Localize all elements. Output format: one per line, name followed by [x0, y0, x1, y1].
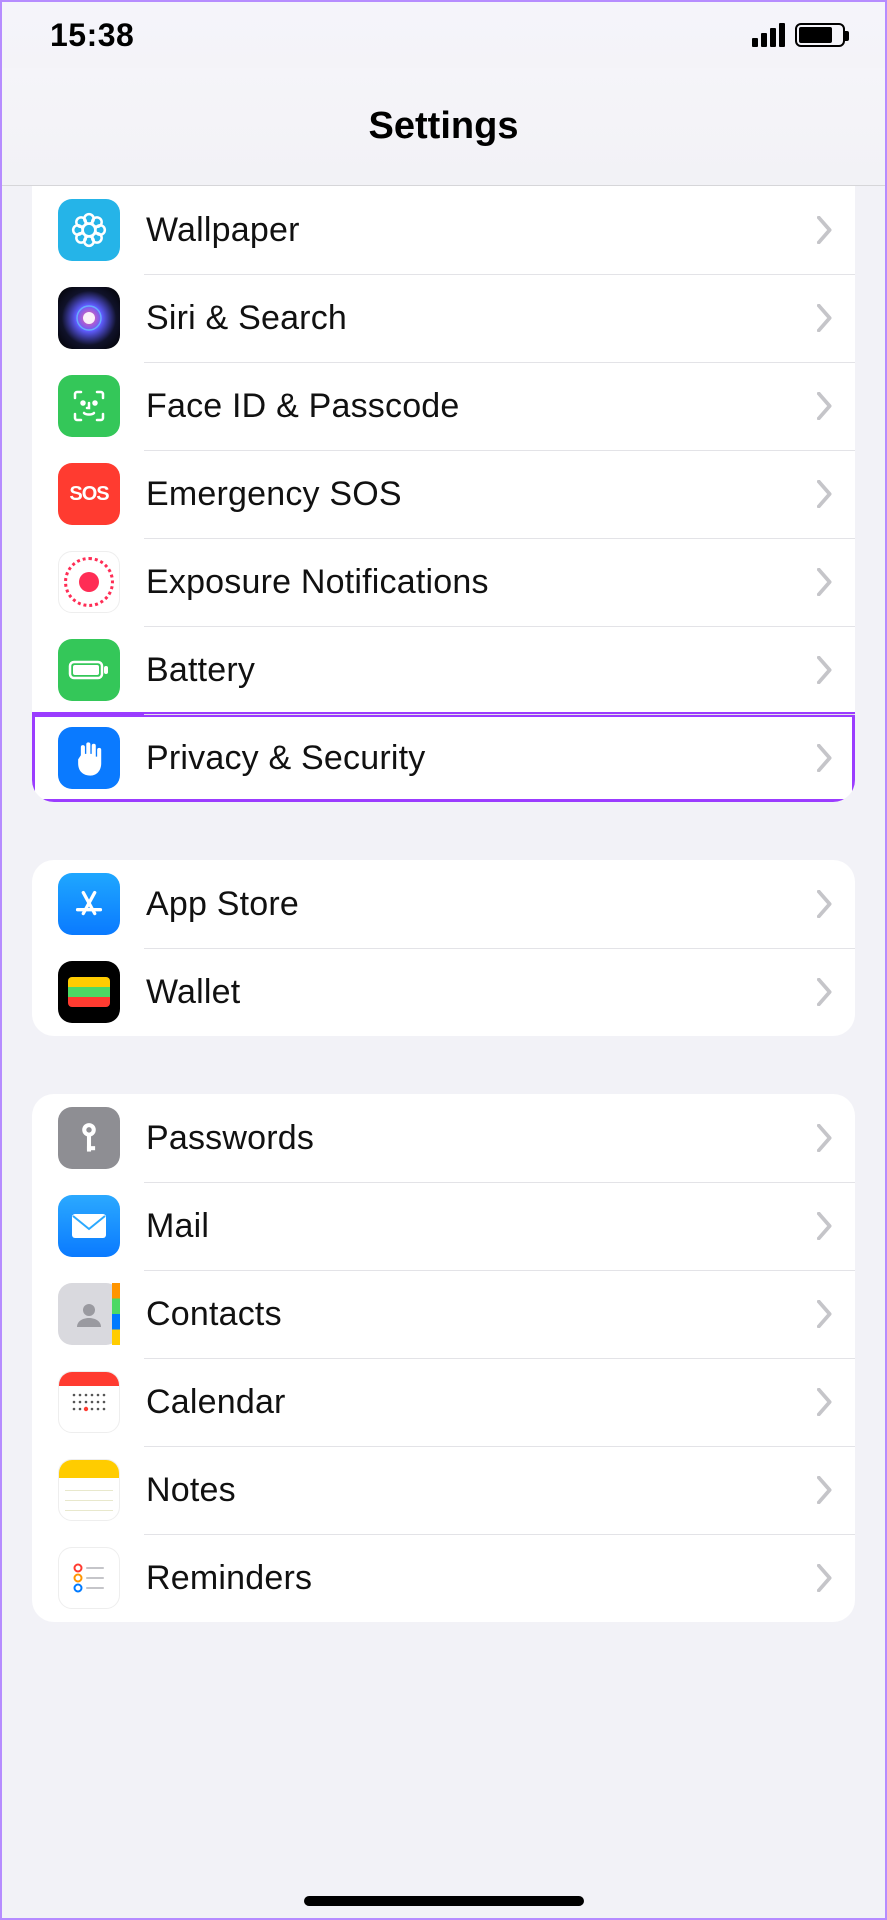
- chevron-right-icon: [817, 304, 833, 332]
- mail-icon: [58, 1195, 120, 1257]
- settings-content: Wallpaper Siri & Search Face ID & Passco…: [2, 186, 885, 1622]
- siri-icon: [58, 287, 120, 349]
- face-id-icon: [58, 375, 120, 437]
- chevron-right-icon: [817, 890, 833, 918]
- calendar-icon: [58, 1371, 120, 1433]
- row-label: Contacts: [146, 1295, 817, 1334]
- row-app-store[interactable]: App Store: [32, 860, 855, 948]
- chevron-right-icon: [817, 656, 833, 684]
- page-title: Settings: [369, 105, 519, 148]
- row-label: Battery: [146, 651, 817, 690]
- chevron-right-icon: [817, 1564, 833, 1592]
- wallet-icon: [58, 961, 120, 1023]
- chevron-right-icon: [817, 480, 833, 508]
- row-passwords[interactable]: Passwords: [32, 1094, 855, 1182]
- key-icon: [58, 1107, 120, 1169]
- chevron-right-icon: [817, 744, 833, 772]
- cellular-signal-icon: [752, 23, 785, 47]
- row-label: Wallpaper: [146, 211, 817, 250]
- chevron-right-icon: [817, 1300, 833, 1328]
- row-label: Passwords: [146, 1119, 817, 1158]
- chevron-right-icon: [817, 568, 833, 596]
- settings-group-general: Wallpaper Siri & Search Face ID & Passco…: [32, 186, 855, 802]
- row-notes[interactable]: Notes: [32, 1446, 855, 1534]
- home-indicator[interactable]: [304, 1896, 584, 1906]
- status-time: 15:38: [50, 17, 134, 54]
- row-exposure-notifications[interactable]: Exposure Notifications: [32, 538, 855, 626]
- notes-icon: [58, 1459, 120, 1521]
- row-label: Siri & Search: [146, 299, 817, 338]
- row-label: Wallet: [146, 973, 817, 1012]
- status-bar: 15:38: [2, 2, 885, 68]
- row-label: Notes: [146, 1471, 817, 1510]
- reminders-icon: [58, 1547, 120, 1609]
- chevron-right-icon: [817, 1476, 833, 1504]
- chevron-right-icon: [817, 978, 833, 1006]
- row-privacy-security[interactable]: Privacy & Security: [32, 714, 855, 802]
- battery-settings-icon: [58, 639, 120, 701]
- settings-group-apps: Passwords Mail Contacts Calendar: [32, 1094, 855, 1622]
- wallpaper-icon: [58, 199, 120, 261]
- row-contacts[interactable]: Contacts: [32, 1270, 855, 1358]
- battery-icon: [795, 23, 845, 47]
- chevron-right-icon: [817, 1124, 833, 1152]
- row-label: Calendar: [146, 1383, 817, 1422]
- row-label: App Store: [146, 885, 817, 924]
- row-battery[interactable]: Battery: [32, 626, 855, 714]
- nav-header: Settings: [2, 68, 885, 186]
- row-wallpaper[interactable]: Wallpaper: [32, 186, 855, 274]
- row-label: Emergency SOS: [146, 475, 817, 514]
- chevron-right-icon: [817, 1212, 833, 1240]
- chevron-right-icon: [817, 392, 833, 420]
- status-indicators: [752, 23, 845, 47]
- contacts-icon: [58, 1283, 120, 1345]
- row-wallet[interactable]: Wallet: [32, 948, 855, 1036]
- privacy-hand-icon: [58, 727, 120, 789]
- row-mail[interactable]: Mail: [32, 1182, 855, 1270]
- row-emergency-sos[interactable]: SOS Emergency SOS: [32, 450, 855, 538]
- chevron-right-icon: [817, 1388, 833, 1416]
- row-label: Mail: [146, 1207, 817, 1246]
- row-label: Face ID & Passcode: [146, 387, 817, 426]
- row-label: Exposure Notifications: [146, 563, 817, 602]
- app-store-icon: [58, 873, 120, 935]
- row-reminders[interactable]: Reminders: [32, 1534, 855, 1622]
- settings-group-store: App Store Wallet: [32, 860, 855, 1036]
- chevron-right-icon: [817, 216, 833, 244]
- sos-icon: SOS: [58, 463, 120, 525]
- exposure-notifications-icon: [58, 551, 120, 613]
- row-calendar[interactable]: Calendar: [32, 1358, 855, 1446]
- row-label: Reminders: [146, 1559, 817, 1598]
- row-faceid[interactable]: Face ID & Passcode: [32, 362, 855, 450]
- row-label: Privacy & Security: [146, 739, 817, 778]
- row-siri[interactable]: Siri & Search: [32, 274, 855, 362]
